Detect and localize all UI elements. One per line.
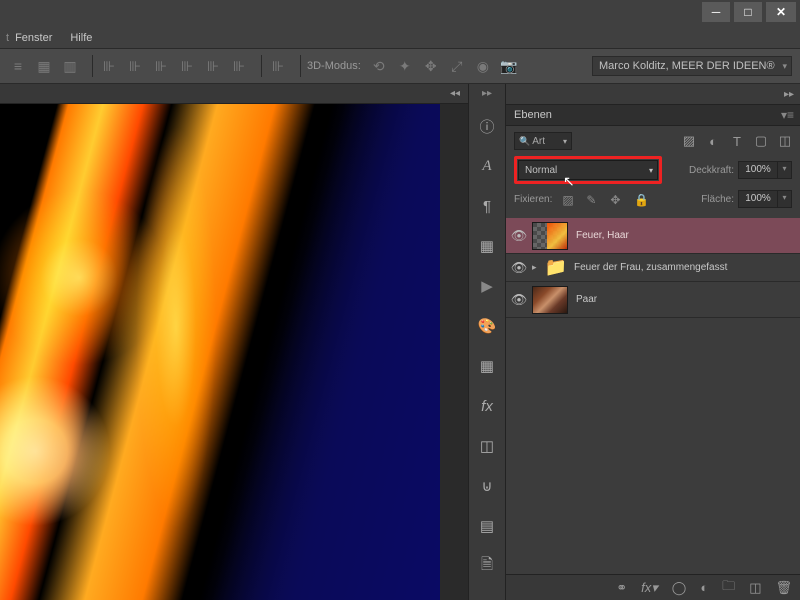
- mode3d-label: 3D-Modus:: [307, 60, 361, 72]
- fill-label: Fläche:: [701, 194, 734, 205]
- navigator-icon[interactable]: ▤: [473, 512, 501, 540]
- filter-pixel-icon[interactable]: ▨: [682, 134, 696, 148]
- fx-icon[interactable]: fx▾: [641, 580, 658, 596]
- visibility-icon[interactable]: 👁: [506, 228, 532, 244]
- fx-icon[interactable]: fx: [473, 392, 501, 420]
- visibility-icon[interactable]: 👁: [506, 292, 532, 308]
- distribute-icon[interactable]: ⊪: [99, 56, 119, 76]
- grid-icon[interactable]: ▦: [473, 352, 501, 380]
- minimize-button[interactable]: ─: [702, 2, 730, 22]
- distribute-icon[interactable]: ⊪: [151, 56, 171, 76]
- group-icon[interactable]: 🗀: [722, 577, 735, 599]
- panel-title[interactable]: Ebenen: [514, 109, 781, 121]
- lock-label: Fixieren:: [514, 194, 552, 205]
- lock-all-icon[interactable]: 🔒: [634, 193, 647, 206]
- scale-icon[interactable]: ⤢: [447, 56, 467, 76]
- opacity-flyout-icon[interactable]: ▾: [778, 161, 792, 179]
- lock-pixels-icon[interactable]: ✎: [586, 193, 599, 206]
- highlight-annotation: Normal ↖: [514, 156, 662, 184]
- play-icon[interactable]: ▶: [473, 272, 501, 300]
- align-icon[interactable]: ≡: [8, 56, 28, 76]
- collapse-icon[interactable]: ▸▸: [784, 89, 794, 100]
- blend-mode-dropdown[interactable]: Normal ↖: [518, 160, 658, 180]
- folder-icon[interactable]: [546, 259, 566, 277]
- align-icon[interactable]: ▦: [34, 56, 54, 76]
- distribute-icon[interactable]: ⊪: [177, 56, 197, 76]
- menu-fenster[interactable]: Fenster: [15, 32, 52, 44]
- layers-list: 👁 Feuer, Haar 👁 ▸ Feuer der Frau, zusamm…: [506, 218, 800, 574]
- collapse-icon[interactable]: ◂◂: [450, 88, 460, 99]
- adjustment-icon[interactable]: ◐: [700, 580, 708, 595]
- workspace-dropdown[interactable]: Marco Kolditz, MEER DER IDEEN®: [592, 56, 792, 76]
- document-icon[interactable]: 🗎: [473, 552, 501, 580]
- layer-name[interactable]: Feuer der Frau, zusammengefasst: [574, 262, 727, 273]
- layer-filter-dropdown[interactable]: Art: [514, 132, 572, 150]
- canvas[interactable]: [0, 104, 440, 600]
- distribute-icon[interactable]: ⊪: [203, 56, 223, 76]
- camera-icon[interactable]: 📷: [499, 56, 519, 76]
- info-icon[interactable]: ⓘ: [473, 112, 501, 140]
- filter-shape-icon[interactable]: ▢: [754, 134, 768, 148]
- filter-adjust-icon[interactable]: ◐: [706, 134, 720, 148]
- layer-row[interactable]: 👁 ▸ Feuer der Frau, zusammengefasst: [506, 254, 800, 282]
- panel-header: Ebenen ▾≡: [506, 104, 800, 126]
- orbit-icon[interactable]: ⟲: [369, 56, 389, 76]
- opacity-input[interactable]: 100%: [738, 161, 778, 179]
- character-icon[interactable]: A: [473, 152, 501, 180]
- light-icon[interactable]: ◉: [473, 56, 493, 76]
- panel-dock: ▸▸ ⓘ A ¶ ▦ ▶ 🎨 ▦ fx ◫ ⊍ ▤ 🗎: [468, 84, 506, 600]
- menu-hilfe[interactable]: Hilfe: [70, 32, 92, 44]
- pan-icon[interactable]: ✦: [395, 56, 415, 76]
- cursor-icon: ↖: [563, 173, 575, 190]
- new-layer-icon[interactable]: ◫: [749, 580, 761, 596]
- filter-smart-icon[interactable]: ◫: [778, 134, 792, 148]
- distribute-icon[interactable]: ⊪: [229, 56, 249, 76]
- layer-row[interactable]: 👁 Paar: [506, 282, 800, 318]
- visibility-icon[interactable]: 👁: [506, 260, 532, 276]
- menu-bar: t Fenster Hilfe: [0, 28, 800, 48]
- options-bar: ≡ ▦ ▥ ⊪ ⊪ ⊪ ⊪ ⊪ ⊪ ⊪ 3D-Modus: ⟲ ✦ ✥ ⤢ ◉ …: [0, 48, 800, 84]
- blend-mode-value: Normal: [525, 165, 557, 176]
- color-icon[interactable]: 🎨: [473, 312, 501, 340]
- layer-row[interactable]: 👁 Feuer, Haar: [506, 218, 800, 254]
- maximize-button[interactable]: □: [734, 2, 762, 22]
- layers-footer: ⚭ fx▾ ◯ ◐ 🗀 ◫ 🗑: [506, 574, 800, 600]
- close-button[interactable]: ✕: [766, 2, 796, 22]
- lock-transparent-icon[interactable]: ▨: [562, 193, 575, 206]
- distribute-icon[interactable]: ⊪: [268, 56, 288, 76]
- fill-flyout-icon[interactable]: ▾: [778, 190, 792, 208]
- layer-thumbnail[interactable]: [532, 222, 568, 250]
- trash-icon[interactable]: 🗑: [775, 580, 792, 596]
- filter-type-icon[interactable]: T: [730, 134, 744, 148]
- layer-thumbnail[interactable]: [532, 286, 568, 314]
- collapse-icon[interactable]: ▸▸: [482, 88, 492, 99]
- swatches-icon[interactable]: ▦: [473, 232, 501, 260]
- lock-position-icon[interactable]: ✥: [610, 193, 623, 206]
- distribute-icon[interactable]: ⊪: [125, 56, 145, 76]
- layer-name[interactable]: Feuer, Haar: [576, 230, 629, 241]
- move-icon[interactable]: ✥: [421, 56, 441, 76]
- paragraph-icon[interactable]: ¶: [473, 192, 501, 220]
- link-icon[interactable]: ⚭: [616, 580, 627, 596]
- layers-icon[interactable]: ◫: [473, 432, 501, 460]
- align-icon[interactable]: ▥: [60, 56, 80, 76]
- canvas-area[interactable]: ◂◂: [0, 84, 468, 600]
- fill-input[interactable]: 100%: [738, 190, 778, 208]
- panel-menu-icon[interactable]: ▾≡: [781, 108, 794, 122]
- mask-icon[interactable]: ◯: [672, 580, 687, 596]
- opacity-label: Deckkraft:: [689, 165, 734, 176]
- layer-name[interactable]: Paar: [576, 294, 597, 305]
- usb-icon[interactable]: ⊍: [473, 472, 501, 500]
